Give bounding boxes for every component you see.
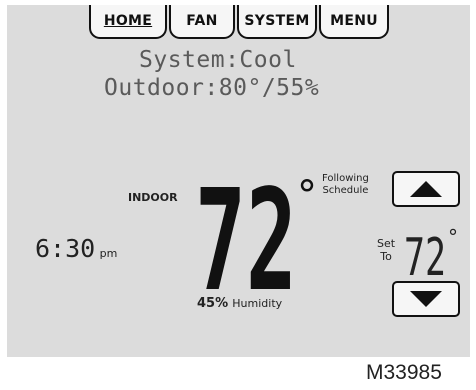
set-to-line2: To bbox=[380, 250, 392, 263]
triangle-up-icon bbox=[410, 181, 442, 197]
indoor-temperature-value: 72 bbox=[195, 179, 297, 293]
indoor-label: INDOOR bbox=[128, 191, 178, 204]
set-to-label: Set To bbox=[377, 237, 395, 263]
indoor-degree-symbol: ° bbox=[297, 173, 317, 219]
indoor-temperature-display: 72 bbox=[195, 179, 297, 293]
setpoint-degree-symbol: ° bbox=[448, 225, 458, 249]
tab-home[interactable]: HOME bbox=[89, 5, 167, 39]
figure-id: M33985 bbox=[366, 361, 442, 384]
clock-time: 6:30 bbox=[35, 234, 96, 263]
set-to-line1: Set bbox=[377, 237, 396, 250]
humidity-label: Humidity bbox=[232, 297, 283, 310]
humidity-readout: 45% Humidity bbox=[197, 296, 282, 311]
setpoint-display: 72 bbox=[404, 229, 446, 279]
clock: 6:30 pm bbox=[35, 234, 117, 263]
triangle-down-icon bbox=[410, 291, 442, 307]
temperature-up-button[interactable] bbox=[392, 171, 460, 207]
clock-ampm: pm bbox=[99, 247, 118, 260]
humidity-value: 45% bbox=[197, 296, 229, 311]
tab-menu[interactable]: MENU bbox=[319, 5, 389, 39]
schedule-status: Following Schedule bbox=[322, 173, 369, 197]
schedule-line2: Schedule bbox=[322, 185, 369, 196]
thermostat-screen: HOME FAN SYSTEM MENU System:Cool Outdoor… bbox=[7, 5, 470, 357]
temperature-down-button[interactable] bbox=[392, 281, 460, 317]
system-mode-status: System:Cool bbox=[139, 47, 297, 73]
setpoint-value: 72 bbox=[404, 229, 446, 279]
tab-system[interactable]: SYSTEM bbox=[237, 5, 317, 39]
schedule-line1: Following bbox=[322, 173, 369, 184]
tab-fan[interactable]: FAN bbox=[169, 5, 235, 39]
outdoor-status: Outdoor:80°/55% bbox=[104, 75, 320, 101]
